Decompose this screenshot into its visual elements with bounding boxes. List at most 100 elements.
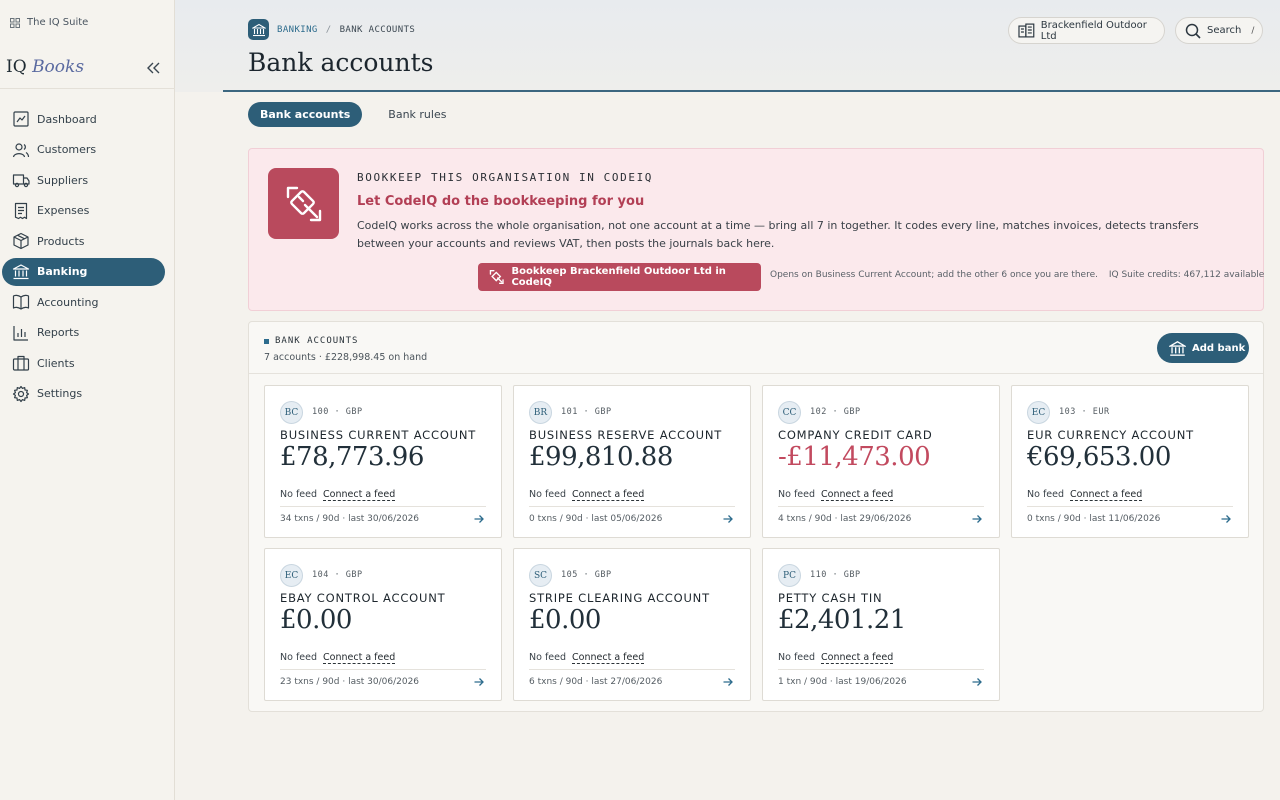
connect-feed-link[interactable]: Connect a feed — [323, 489, 396, 501]
connect-feed-link[interactable]: Connect a feed — [1070, 489, 1143, 501]
feed-status-text: No feed — [280, 652, 318, 663]
account-stats: 0 txns / 90d · last 05/06/2026 — [529, 514, 663, 524]
sidebar-item-products[interactable]: Products — [2, 227, 165, 255]
main-content: BANKING / BANK ACCOUNTS Bank accounts Br… — [175, 0, 1280, 800]
arrow-right-icon[interactable] — [473, 676, 485, 688]
box-icon — [11, 231, 31, 251]
account-code: 102 · GBP — [810, 407, 861, 417]
bookkeep-button-label: Bookkeep Brackenfield Outdoor Ltd in Cod… — [511, 266, 726, 288]
account-card[interactable]: BC 100 · GBP BUSINESS CURRENT ACCOUNT £78,7… — [264, 385, 502, 538]
feed-status-text: No feed — [778, 489, 816, 500]
accounts-summary: 7 accounts · £228,998.45 on hand — [264, 352, 428, 363]
kicker-dot — [264, 338, 269, 344]
arrow-right-icon[interactable] — [971, 513, 983, 525]
feed-status: No feed Connect a feed — [280, 489, 396, 501]
feed-status-text: No feed — [529, 489, 567, 500]
bank-accounts-panel: BANK ACCOUNTS 7 accounts · £228,998.45 o… — [248, 321, 1264, 712]
arrow-right-icon[interactable] — [971, 676, 983, 688]
sidebar-item-label: Customers — [37, 143, 97, 156]
sidebar-item-label: Banking — [37, 265, 88, 278]
card-divider — [778, 506, 984, 507]
account-card[interactable]: EC 104 · GBP EBAY CONTROL ACCOUNT £0.00 No f… — [264, 548, 502, 701]
feed-status: No feed Connect a feed — [778, 489, 894, 501]
feed-status-text: No feed — [529, 652, 567, 663]
connect-feed-link[interactable]: Connect a feed — [572, 652, 645, 664]
promo-note-text: Opens on Business Current Account; add t… — [770, 270, 1098, 280]
arrow-right-icon[interactable] — [473, 513, 485, 525]
account-balance: -£11,473.00 — [778, 442, 931, 472]
feed-status-text: No feed — [280, 489, 318, 500]
promo-body: CodeIQ works across the whole organisati… — [357, 219, 1199, 250]
account-name: STRIPE CLEARING ACCOUNT — [529, 591, 710, 605]
sidebar-item-label: Clients — [37, 356, 75, 370]
arrow-right-icon[interactable] — [722, 513, 734, 525]
promo-kicker: BOOKKEEP THIS ORGANISATION IN CODEIQ — [357, 171, 654, 184]
account-badge: SC — [529, 564, 552, 587]
sidebar-item-settings[interactable]: Settings — [2, 380, 165, 408]
account-code: 104 · GBP — [312, 570, 363, 580]
truck-icon — [11, 170, 31, 190]
account-name: EUR CURRENCY ACCOUNT — [1027, 428, 1194, 442]
account-stats: 4 txns / 90d · last 29/06/2026 — [778, 514, 912, 524]
suite-label: The IQ Suite — [27, 17, 89, 28]
arrow-right-icon[interactable] — [722, 676, 734, 688]
sidebar-item-clients[interactable]: Clients — [2, 349, 165, 377]
collapse-sidebar-button[interactable] — [144, 59, 162, 77]
sidebar-item-label: Settings — [37, 387, 83, 400]
sidebar-item-accounting[interactable]: Accounting — [2, 288, 165, 316]
account-code: 101 · GBP — [561, 407, 612, 417]
connect-feed-link[interactable]: Connect a feed — [323, 652, 396, 664]
sidebar-item-customers[interactable]: Customers — [2, 136, 165, 164]
codeiq-logo-icon — [268, 168, 339, 239]
sidebar-item-reports[interactable]: Reports — [2, 319, 165, 347]
panel-header: BANK ACCOUNTS 7 accounts · £228,998.45 o… — [249, 322, 1263, 374]
sidebar-item-dashboard[interactable]: Dashboard — [2, 105, 165, 133]
account-balance: £0.00 — [280, 605, 352, 635]
account-card[interactable]: CC 102 · GBP COMPANY CREDIT CARD -£11,473.0… — [762, 385, 1000, 538]
account-card[interactable]: SC 105 · GBP STRIPE CLEARING ACCOUNT £0.00 N… — [513, 548, 751, 701]
feed-status-text: No feed — [778, 652, 816, 663]
arrow-right-icon[interactable] — [1220, 513, 1232, 525]
sidebar-item-label: Suppliers — [37, 173, 89, 187]
breadcrumb-banking[interactable]: BANKING — [277, 25, 318, 35]
connect-feed-link[interactable]: Connect a feed — [821, 652, 894, 664]
card-divider — [280, 506, 486, 507]
app-logo[interactable]: IQ Books — [6, 57, 84, 77]
tab-bank-accounts[interactable]: Bank accounts — [248, 102, 363, 127]
sidebar-item-banking[interactable]: Banking — [2, 257, 165, 286]
search-button[interactable]: Search / — [1175, 17, 1263, 44]
sidebar-item-suppliers[interactable]: Suppliers — [2, 166, 165, 194]
account-name: BUSINESS RESERVE ACCOUNT — [529, 428, 723, 442]
card-divider — [280, 669, 486, 670]
account-balance: €69,653.00 — [1027, 442, 1171, 472]
bookkeep-in-codeiq-button[interactable]: Bookkeep Brackenfield Outdoor Ltd in Cod… — [478, 263, 761, 291]
sidebar-item-expenses[interactable]: Expenses — [2, 197, 165, 225]
suite-switcher[interactable]: The IQ Suite — [10, 17, 88, 28]
search-shortcut: / — [1251, 25, 1255, 36]
codeiq-icon — [489, 270, 504, 284]
account-card[interactable]: EC 103 · EUR EUR CURRENCY ACCOUNT €69,653.0… — [1011, 385, 1249, 538]
feed-status: No feed Connect a feed — [529, 652, 645, 664]
feed-status-text: No feed — [1027, 489, 1065, 500]
account-stats: 34 txns / 90d · last 30/06/2026 — [280, 514, 420, 524]
tab-bank-rules[interactable]: Bank rules — [376, 102, 458, 127]
header-band — [175, 0, 1280, 92]
account-card[interactable]: BR 101 · GBP BUSINESS RESERVE ACCOUNT £99,8… — [513, 385, 751, 538]
connect-feed-link[interactable]: Connect a feed — [572, 489, 645, 501]
account-balance: £2,401.21 — [778, 605, 906, 635]
card-divider — [529, 506, 735, 507]
org-switcher[interactable]: Brackenfield Outdoor Ltd — [1008, 17, 1165, 44]
feed-status: No feed Connect a feed — [778, 652, 894, 664]
page-title: Bank accounts — [248, 48, 434, 77]
bank-icon — [11, 262, 31, 282]
promo-headline: Let CodeIQ do the bookkeeping for you — [357, 194, 645, 209]
sidebar-item-label: Reports — [37, 326, 80, 339]
account-name: EBAY CONTROL ACCOUNT — [280, 591, 446, 605]
add-bank-button[interactable]: Add bank — [1157, 333, 1249, 363]
header-divider — [223, 90, 1280, 92]
connect-feed-link[interactable]: Connect a feed — [821, 489, 894, 501]
account-badge: PC — [778, 564, 801, 587]
account-card[interactable]: PC 110 · GBP PETTY CASH TIN £2,401.21 No fee… — [762, 548, 1000, 701]
logo-part-1: IQ — [6, 57, 27, 77]
codeiq-promo: BOOKKEEP THIS ORGANISATION IN CODEIQ Let… — [248, 148, 1264, 311]
